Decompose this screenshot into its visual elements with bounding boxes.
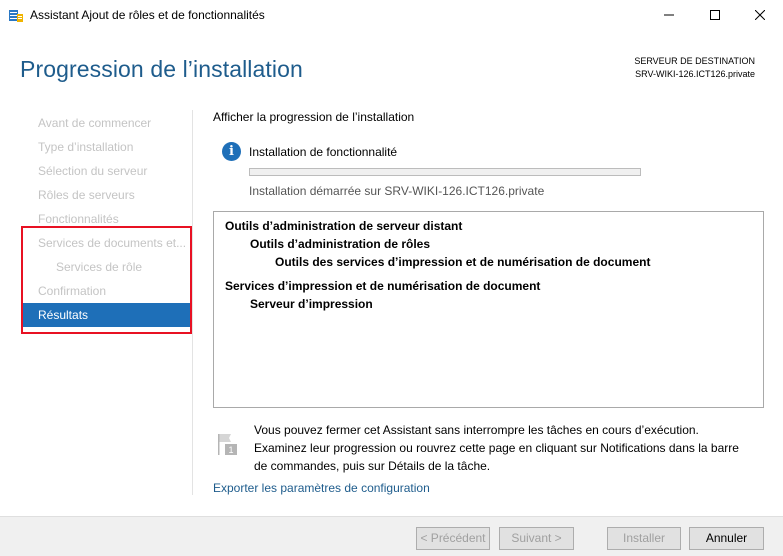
section-title: Afficher la progression de l’installatio… bbox=[213, 110, 415, 124]
maximize-icon bbox=[710, 10, 720, 20]
nav-item-confirmation: Confirmation bbox=[38, 284, 107, 298]
previous-button[interactable]: < Précédent bbox=[416, 527, 490, 550]
cancel-button[interactable]: Annuler bbox=[689, 527, 764, 550]
export-settings-link[interactable]: Exporter les paramètres de configuration bbox=[213, 481, 430, 495]
page-title: Progression de l’installation bbox=[20, 56, 303, 82]
nav-item-server-roles: Rôles de serveurs bbox=[38, 188, 135, 202]
wizard-nav: Avant de commencer Type d’installation S… bbox=[22, 111, 190, 327]
progress-bar bbox=[249, 168, 641, 176]
notification-flag-icon: 1 bbox=[217, 432, 239, 456]
nav-item-server-selection: Sélection du serveur bbox=[38, 164, 148, 178]
feature-role-admin-tools: Outils d’administration de rôles bbox=[250, 237, 431, 251]
feature-print-tools: Outils des services d’impression et de n… bbox=[275, 255, 651, 269]
feature-print-server: Serveur d’impression bbox=[250, 297, 373, 311]
install-button[interactable]: Installer bbox=[607, 527, 681, 550]
nav-item-before-you-begin: Avant de commencer bbox=[38, 116, 152, 130]
results-list[interactable]: Outils d’administration de serveur dista… bbox=[213, 211, 764, 408]
nav-separator bbox=[192, 110, 193, 495]
minimize-icon bbox=[664, 14, 674, 16]
server-manager-icon bbox=[8, 7, 24, 23]
nav-item-role-services: Services de rôle bbox=[56, 260, 143, 274]
destination-server-label: SERVEUR DE DESTINATION bbox=[634, 56, 755, 66]
info-icon: i bbox=[222, 142, 241, 161]
window-title: Assistant Ajout de rôles et de fonctionn… bbox=[30, 8, 265, 22]
notice-text: Vous pouvez fermer cet Assistant sans in… bbox=[254, 423, 739, 473]
destination-server-name: SRV-WIKI-126.ICT126.private bbox=[635, 69, 755, 79]
install-started-text: Installation démarrée sur SRV-WIKI-126.I… bbox=[249, 184, 545, 198]
feature-print-services: Services d’impression et de numérisation… bbox=[225, 279, 541, 293]
maximize-button[interactable] bbox=[692, 0, 738, 30]
nav-item-features: Fonctionnalités bbox=[38, 212, 119, 226]
close-icon bbox=[755, 10, 765, 20]
feature-rsat: Outils d’administration de serveur dista… bbox=[225, 219, 463, 233]
nav-item-results[interactable]: Résultats bbox=[22, 303, 190, 327]
title-bar: Assistant Ajout de rôles et de fonctionn… bbox=[0, 0, 783, 30]
install-status: Installation de fonctionnalité bbox=[249, 145, 398, 159]
next-button[interactable]: Suivant > bbox=[499, 527, 574, 550]
close-button[interactable] bbox=[737, 0, 783, 30]
svg-text:1: 1 bbox=[228, 445, 233, 455]
nav-item-print-document-services: Services de documents et... bbox=[38, 236, 187, 250]
nav-item-installation-type: Type d’installation bbox=[38, 140, 134, 154]
minimize-button[interactable] bbox=[646, 0, 692, 30]
